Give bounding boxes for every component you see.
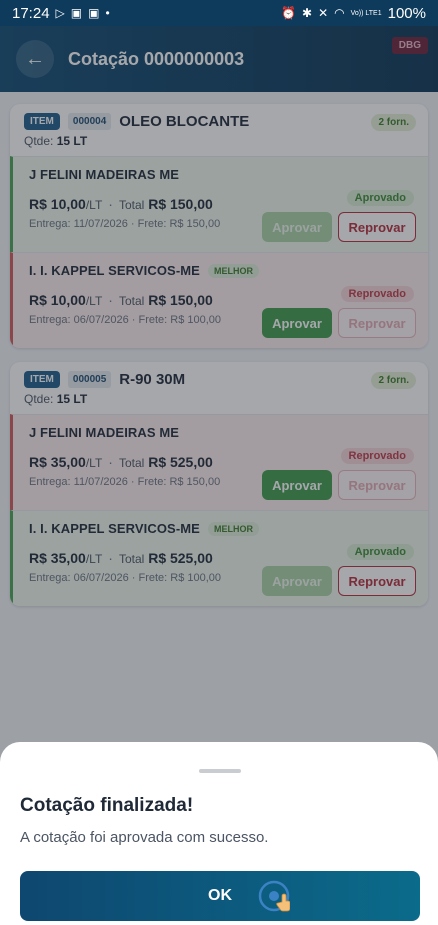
alarm-icon: ⏰	[281, 6, 297, 20]
wifi-icon: ◠	[334, 6, 345, 20]
network-label: Vo)) LTE1	[350, 9, 382, 17]
sheet-drag-handle[interactable]	[199, 769, 241, 773]
status-bar: 17:24 ▷ ▣ ▣ • ⏰ ✱ ✕ ◠ Vo)) LTE1 100%	[0, 0, 438, 26]
dot-icon: •	[105, 6, 110, 20]
sheet-message: A cotação foi aprovada com sucesso.	[20, 829, 269, 846]
status-left: 17:24 ▷ ▣ ▣ •	[12, 5, 110, 22]
status-right: ⏰ ✱ ✕ ◠ Vo)) LTE1 100%	[281, 5, 426, 22]
tap-indicator-icon	[258, 880, 290, 912]
bluetooth-icon: ✱	[302, 6, 313, 20]
battery-level: 100%	[387, 4, 426, 22]
ok-button[interactable]: OK	[20, 871, 420, 921]
photo-icon: ▣	[88, 6, 100, 20]
mute-icon: ✕	[318, 6, 329, 20]
photo-icon: ▣	[70, 6, 83, 20]
success-bottom-sheet: Cotação finalizada! A cotação foi aprova…	[0, 742, 438, 925]
sheet-title: Cotação finalizada!	[20, 795, 194, 816]
status-time: 17:24	[12, 4, 50, 22]
play-store-icon: ▷	[55, 6, 65, 20]
